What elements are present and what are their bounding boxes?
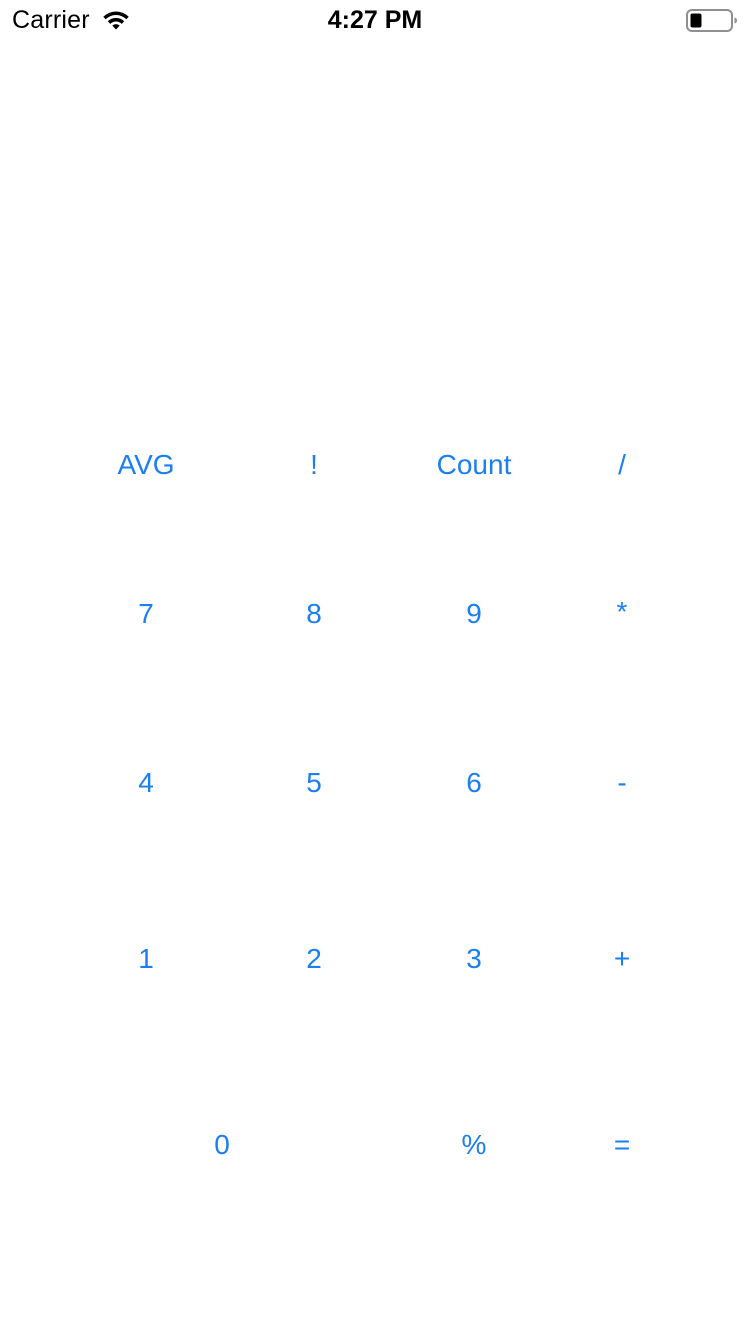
digit-5-button[interactable]: 5 xyxy=(296,763,332,803)
digit-3-button[interactable]: 3 xyxy=(456,939,492,979)
digit-1-button[interactable]: 1 xyxy=(128,939,164,979)
digit-0-button[interactable]: 0 xyxy=(204,1125,240,1165)
digit-9-button[interactable]: 9 xyxy=(456,594,492,634)
calculator-keypad: AVG ! Count / 7 8 9 * 4 5 6 - 1 2 3 + 0 … xyxy=(0,0,750,1334)
percent-button[interactable]: % xyxy=(452,1125,497,1165)
count-button[interactable]: Count xyxy=(427,445,522,485)
multiply-button[interactable]: * xyxy=(607,592,638,632)
digit-8-button[interactable]: 8 xyxy=(296,594,332,634)
add-button[interactable]: + xyxy=(604,939,640,979)
digit-7-button[interactable]: 7 xyxy=(128,594,164,634)
factorial-button[interactable]: ! xyxy=(300,445,328,485)
equals-button[interactable]: = xyxy=(604,1125,640,1165)
divide-button[interactable]: / xyxy=(608,445,636,485)
digit-2-button[interactable]: 2 xyxy=(296,939,332,979)
digit-6-button[interactable]: 6 xyxy=(456,763,492,803)
subtract-button[interactable]: - xyxy=(607,763,636,803)
avg-button[interactable]: AVG xyxy=(107,445,184,485)
digit-4-button[interactable]: 4 xyxy=(128,763,164,803)
